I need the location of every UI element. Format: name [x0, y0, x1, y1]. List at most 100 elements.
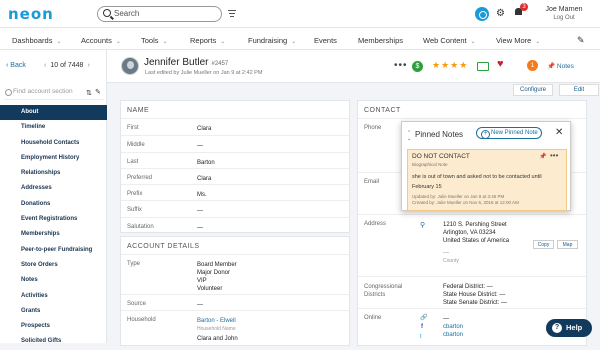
user-menu[interactable]: Joe Marnen Log Out [540, 6, 588, 21]
field-last: Last Barton [121, 152, 349, 168]
pinned-notes-popup: ⌃⌄ Pinned Notes New Pinned Note ✕ DO NOT… [401, 121, 571, 211]
twitter-link[interactable]: cbarton [443, 331, 463, 339]
facebook-link[interactable]: cbarton [443, 323, 463, 331]
note-type: Biographical Note [412, 162, 448, 167]
nav-view-more[interactable]: View More ⌄ [496, 36, 540, 45]
sidebar-item-store-orders[interactable]: Store Orders [0, 258, 107, 273]
filter-icon[interactable] [228, 10, 236, 19]
search-placeholder: Search [114, 9, 140, 18]
back-link[interactable]: ‹ Back [6, 62, 26, 69]
logout-link[interactable]: Log Out [540, 15, 588, 21]
sidebar-item-memberships[interactable]: Memberships [0, 227, 107, 242]
nav-dashboards[interactable]: Dashboards ⌄ [12, 36, 61, 45]
sidebar-item-notes[interactable]: Notes [0, 273, 107, 288]
last-edited: Last edited by Julie Mueller on Jan 9 at… [145, 70, 263, 76]
map-address-button[interactable]: Map [557, 240, 578, 249]
pencil-icon[interactable]: ✎ [577, 35, 585, 46]
sidebar-item-relationships[interactable]: Relationships [0, 166, 107, 181]
nav-fundraising[interactable]: Fundraising ⌄ [248, 36, 296, 45]
field-first: First Clara [121, 118, 349, 135]
close-icon[interactable]: ✕ [555, 127, 563, 138]
sidebar-item-solicited-gifts[interactable]: Solicited Gifts [0, 334, 107, 349]
pinned-note-card[interactable]: DO NOT CONTACT Biographical Note 📌 ••• s… [407, 149, 567, 211]
configure-button[interactable]: Configure [513, 84, 553, 96]
account-details-title: ACCOUNT DETAILS [127, 243, 200, 250]
sidebar-item-household-contacts[interactable]: Household Contacts [0, 136, 107, 151]
nav-events[interactable]: Events [314, 36, 337, 45]
top-bar: neon Search ⚙ 3 Joe Marnen Log Out [0, 0, 600, 28]
pin-icon[interactable]: 📌 [539, 153, 546, 160]
nav-memberships[interactable]: Memberships [358, 36, 403, 45]
chevron-down-icon: ⌄ [162, 39, 168, 45]
pagination: ‹ 10 of 7448 › [44, 62, 90, 69]
sidebar-item-prospects[interactable]: Prospects [0, 319, 107, 334]
name-panel: NAME First Clara Middle — Last Barton Prefe… [120, 100, 350, 233]
field-prefix: Prefix Ms. [121, 184, 349, 200]
nav-reports[interactable]: Reports ⌄ [190, 36, 225, 45]
sidebar-item-event-registrations[interactable]: Event Registrations [0, 212, 107, 227]
sidebar-item-donations[interactable]: Donations [0, 197, 107, 212]
notification-badge: 3 [520, 3, 528, 11]
nav-web-content[interactable]: Web Content ⌄ [423, 36, 476, 45]
sidebar-item-timeline[interactable]: Timeline [0, 120, 107, 135]
household-link[interactable]: Barton - Elwell [197, 317, 238, 325]
copy-address-button[interactable]: Copy [533, 240, 554, 249]
pinned-notes-title: Pinned Notes [415, 130, 464, 139]
rating-stars[interactable]: ★★★★ [432, 60, 468, 71]
new-pinned-note-button[interactable]: New Pinned Note [476, 127, 542, 139]
sidebar-item-addresses[interactable]: Addresses [0, 181, 107, 196]
note-meta: Updated by: Julie Mueller on Jan 9 at 3:… [412, 194, 519, 205]
chevron-down-icon: ⌄ [535, 39, 541, 45]
note-menu-icon[interactable]: ••• [550, 151, 558, 160]
prev-icon[interactable]: ‹ [44, 62, 46, 69]
neon-app-icon[interactable] [475, 7, 489, 21]
notes-button[interactable]: 📌 Notes [547, 62, 574, 70]
nav-tools[interactable]: Tools ⌄ [141, 36, 168, 45]
section-list: About Timeline Household Contacts Employ… [0, 105, 107, 350]
edit-button[interactable]: Edit [559, 84, 599, 96]
facebook-icon: f [421, 324, 423, 330]
gear-icon[interactable]: ⚙ [496, 8, 505, 19]
field-salutation: Salutation — [121, 217, 349, 233]
avatar [121, 57, 139, 75]
page-title: Jennifer Butler #2457 [144, 57, 229, 68]
sidebar-item-p2p-fundraising[interactable]: Peer-to-peer Fundraising [0, 243, 107, 258]
chevron-down-icon: ⌄ [56, 39, 62, 45]
name-panel-title: NAME [127, 107, 150, 114]
more-icon[interactable]: ••• [394, 60, 408, 71]
sidebar-item-employment-history[interactable]: Employment History [0, 151, 107, 166]
help-button[interactable]: Help [546, 319, 592, 337]
account-id: #2457 [211, 61, 229, 67]
contact-panel-title: CONTACT [364, 107, 401, 114]
account-header: Jennifer Butler #2457 Last edited by Juli… [107, 50, 600, 96]
field-suffix: Suffix — [121, 200, 349, 217]
sort-icon[interactable]: ⇅ [86, 89, 92, 97]
nav-accounts[interactable]: Accounts ⌄ [81, 36, 121, 45]
collapse-icon[interactable]: ⌃ ⌄ [407, 130, 411, 142]
chevron-down-icon: ⌄ [115, 39, 121, 45]
neon-logo[interactable]: neon [8, 5, 54, 23]
notes-count-badge: 1 [527, 60, 538, 71]
note-body: she is out of town and asked not to be c… [412, 174, 542, 190]
heart-icon[interactable]: ♥ [497, 58, 504, 70]
note-title: DO NOT CONTACT [412, 153, 470, 160]
search-input[interactable]: Search [97, 6, 222, 22]
main-nav: Dashboards ⌄ Accounts ⌄ Tools ⌄ Reports ⌄ Fu… [0, 28, 600, 50]
chevron-down-icon: ⌄ [470, 39, 476, 45]
field-source: Source — [121, 294, 349, 310]
donor-icon[interactable]: $ [412, 61, 423, 72]
user-name: Joe Marnen [545, 6, 583, 13]
link-icon: 🔗 [420, 315, 428, 321]
next-icon[interactable]: › [87, 62, 89, 69]
field-type: Type Board Member Major Donor VIP Volunteer [121, 254, 349, 298]
field-household: Household Barton - Elwell Household Name… [121, 310, 349, 347]
sidebar: ‹ Back ‹ 10 of 7448 › Find account section… [0, 50, 107, 344]
sidebar-item-activities[interactable]: Activities [0, 289, 107, 304]
chevron-down-icon: ⌄ [291, 39, 297, 45]
twitter-icon: t [420, 334, 422, 340]
search-icon [103, 9, 111, 17]
edit-sections-icon[interactable]: ✎ [95, 88, 101, 96]
membership-card-icon[interactable] [477, 62, 489, 71]
sidebar-item-about[interactable]: About [0, 105, 107, 121]
sidebar-item-grants[interactable]: Grants [0, 304, 107, 319]
